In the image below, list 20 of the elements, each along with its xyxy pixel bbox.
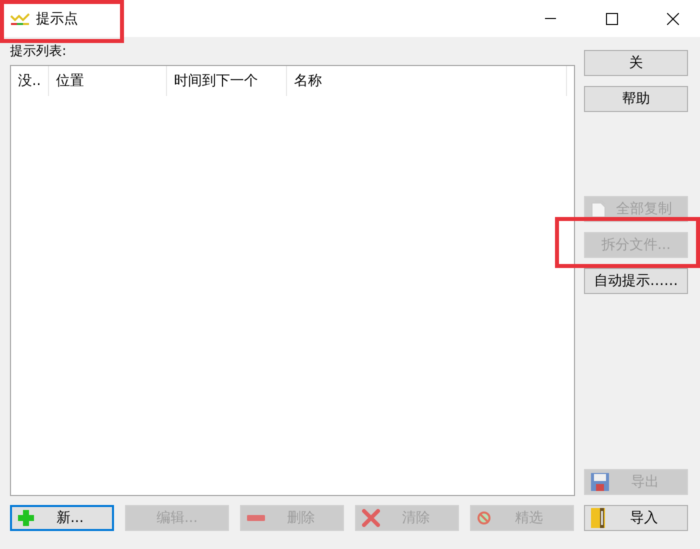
button[interactable]: 帮助 xyxy=(584,86,688,112)
button[interactable]: 关 xyxy=(584,50,688,76)
column-header[interactable]: 时间到下一个 xyxy=(167,66,287,96)
button[interactable]: 自动提示…… xyxy=(584,268,688,294)
close-icon[interactable] xyxy=(666,12,678,24)
app-icon xyxy=(10,10,30,26)
button[interactable]: 新... xyxy=(10,505,114,531)
column-header[interactable]: 没.. xyxy=(11,66,49,96)
column-header[interactable]: 位置 xyxy=(49,66,167,96)
minus-icon xyxy=(247,515,265,521)
window-title: 提示点 xyxy=(36,10,78,28)
list-view[interactable]: 没.. 位置 时间到下一个 名称 xyxy=(10,65,575,496)
column-header[interactable]: 名称 xyxy=(287,66,567,96)
prohibited-icon xyxy=(477,511,491,525)
plus-icon xyxy=(18,510,34,526)
book-icon xyxy=(591,508,607,528)
cross-icon xyxy=(362,509,380,527)
list-label: 提示列表: xyxy=(10,43,66,60)
button[interactable]: 导入 xyxy=(584,505,688,531)
maximize-icon[interactable] xyxy=(606,12,618,24)
